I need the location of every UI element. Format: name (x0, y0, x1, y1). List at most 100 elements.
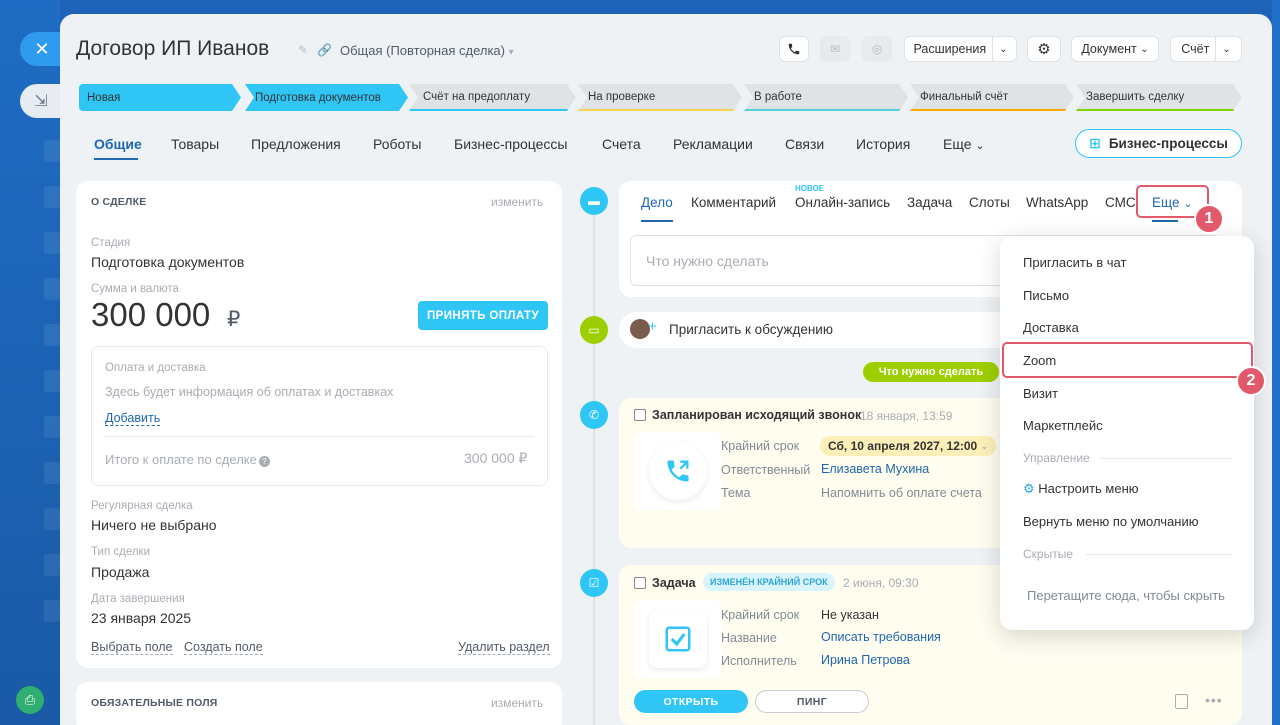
tab-claims[interactable]: Рекламации (673, 136, 753, 152)
background-item (44, 140, 60, 162)
activity-placeholder: Что нужно сделать (646, 253, 769, 269)
menu-item-configure[interactable]: ⚙ Настроить меню (1023, 481, 1139, 497)
stage-label: Завершить сделку (1086, 90, 1185, 103)
invoice-label: Счёт (1181, 42, 1210, 56)
settings-button[interactable]: ⚙ (1027, 36, 1061, 62)
stage-field-value[interactable]: Подготовка документов (91, 254, 244, 270)
tab-offers[interactable]: Предложения (251, 136, 341, 152)
sum-value[interactable]: 300 000 (91, 296, 210, 334)
stage-review[interactable]: На проверке (578, 84, 742, 111)
add-payment-link[interactable]: Добавить (105, 411, 161, 426)
email-button[interactable]: ✉ (820, 36, 850, 62)
checkbox-icon (665, 626, 691, 652)
minimize-slider-button[interactable]: ⇲ (20, 84, 62, 118)
menu-item-marketplace[interactable]: Маркетплейс (1023, 418, 1103, 433)
responsible-value[interactable]: Елизавета Мухина (821, 462, 929, 476)
select-field-link[interactable]: Выбрать поле (91, 640, 173, 655)
menu-item-email[interactable]: Письмо (1023, 288, 1069, 303)
help-icon[interactable]: ? (258, 456, 270, 467)
plus-icon[interactable]: + (648, 318, 657, 335)
task-icon-box (634, 600, 722, 678)
more-dots-icon[interactable]: ••• (1205, 692, 1223, 708)
close-slider-button[interactable]: ✕ (20, 32, 60, 66)
step-badge-1: 1 (1194, 204, 1224, 234)
task-title[interactable]: Задача (652, 576, 696, 590)
close-date-label: Дата завершения (91, 593, 185, 605)
composer-tab-slots[interactable]: Слоты (969, 195, 1010, 210)
invoice-button[interactable]: Счёт ⌄ (1170, 36, 1242, 62)
copy-link-icon[interactable]: 🔗 (317, 43, 332, 57)
tab-products[interactable]: Товары (171, 136, 219, 152)
composer-tab-booking[interactable]: Онлайн-запись (795, 195, 890, 210)
tab-history[interactable]: История (856, 136, 910, 152)
composer-tab-activity[interactable]: Дело (641, 195, 673, 210)
menu-item-visit[interactable]: Визит (1023, 386, 1058, 401)
type-value[interactable]: Продажа (91, 564, 149, 580)
chat-icon: ◎ (871, 42, 883, 56)
create-field-link[interactable]: Создать поле (184, 640, 263, 655)
step-badge-2: 2 (1236, 366, 1266, 396)
gear-icon: ⚙ (1037, 41, 1051, 58)
task-check-icon (649, 610, 707, 668)
stage-prepay[interactable]: Счёт на предоплату (409, 84, 576, 111)
ping-button[interactable]: ПИНГ (755, 690, 869, 713)
extensions-button[interactable]: Расширения ⌄ (904, 36, 1017, 62)
composer-tab-whatsapp[interactable]: WhatsApp (1026, 195, 1088, 210)
complete-checkbox[interactable] (634, 409, 646, 421)
category-label: Общая (Повторная сделка) (340, 43, 505, 58)
document-button[interactable]: Документ ⌄ (1071, 36, 1159, 62)
topic-label: Тема (721, 486, 751, 500)
deadline-pill[interactable]: Сб, 10 апреля 2027, 12:00 ⌄ (820, 436, 997, 456)
deadline-changed-badge: ИЗМЕНЁН КРАЙНИЙ СРОК (703, 573, 835, 591)
chevron-down-icon: ⌄ (980, 440, 989, 451)
flow-icon: ⊞ (1089, 135, 1101, 151)
total-label: Итого к оплате по сделке? (105, 452, 270, 467)
close-date-value[interactable]: 23 января 2025 (91, 610, 191, 626)
currency-symbol: ₽ (227, 308, 241, 331)
stage-final-invoice[interactable]: Финальный счёт (910, 84, 1074, 111)
tab-business-processes[interactable]: Бизнес-процессы (454, 136, 567, 152)
edit-section-link[interactable]: изменить (491, 696, 543, 710)
business-processes-button[interactable]: ⊞ Бизнес-процессы (1075, 129, 1242, 158)
composer-tab-task[interactable]: Задача (907, 195, 952, 210)
menu-item-delivery[interactable]: Доставка (1023, 320, 1079, 335)
background-item (44, 324, 60, 346)
menu-item-reset[interactable]: Вернуть меню по умолчанию (1023, 514, 1198, 529)
chevron-down-icon: ⌄ (1222, 43, 1231, 55)
tab-general[interactable]: Общие (94, 136, 142, 152)
delete-section-link[interactable]: Удалить раздел (458, 640, 550, 655)
outgoing-call-icon (649, 442, 707, 500)
invite-label[interactable]: Пригласить к обсуждению (669, 322, 833, 337)
name-value[interactable]: Описать требования (821, 630, 941, 644)
category-selector[interactable]: Общая (Повторная сделка) ▾ (340, 43, 514, 58)
chat-button[interactable]: ◎ (862, 36, 892, 62)
call-button[interactable] (779, 36, 809, 62)
edit-title-icon[interactable]: ✎ (298, 43, 308, 57)
composer-tab-comment[interactable]: Комментарий (691, 195, 776, 210)
total-value: 300 000 ₽ (464, 450, 528, 466)
tab-robots[interactable]: Роботы (373, 136, 421, 152)
edit-section-link[interactable]: изменить (491, 195, 543, 209)
complete-checkbox[interactable] (634, 577, 646, 589)
bottom-side-button[interactable]: ⎙ (16, 686, 44, 714)
tab-relations[interactable]: Связи (785, 136, 824, 152)
accept-payment-button[interactable]: ПРИНЯТЬ ОПЛАТУ (418, 301, 548, 330)
tab-more-label: Еще (943, 136, 972, 152)
tab-invoices[interactable]: Счета (602, 136, 641, 152)
divider (105, 436, 534, 437)
stage-docs[interactable]: Подготовка документов (245, 84, 408, 111)
stage-close-deal[interactable]: Завершить сделку (1076, 84, 1242, 111)
menu-item-invite-chat[interactable]: Пригласить в чат (1023, 255, 1126, 270)
tab-more[interactable]: Еще ⌄ (943, 136, 985, 152)
stage-new[interactable]: Новая (79, 84, 241, 111)
deadline-value[interactable]: Не указан (821, 608, 879, 622)
more-active-indicator (1152, 220, 1178, 222)
note-icon[interactable] (1175, 694, 1188, 709)
stage-in-work[interactable]: В работе (744, 84, 908, 111)
regular-value[interactable]: Ничего не выбрано (91, 517, 217, 533)
background-item (44, 554, 60, 576)
call-title[interactable]: Запланирован исходящий звонок (652, 408, 861, 422)
executor-value[interactable]: Ирина Петрова (821, 653, 910, 667)
composer-tab-sms[interactable]: СМС (1105, 195, 1136, 210)
open-task-button[interactable]: ОТКРЫТЬ (634, 690, 748, 713)
